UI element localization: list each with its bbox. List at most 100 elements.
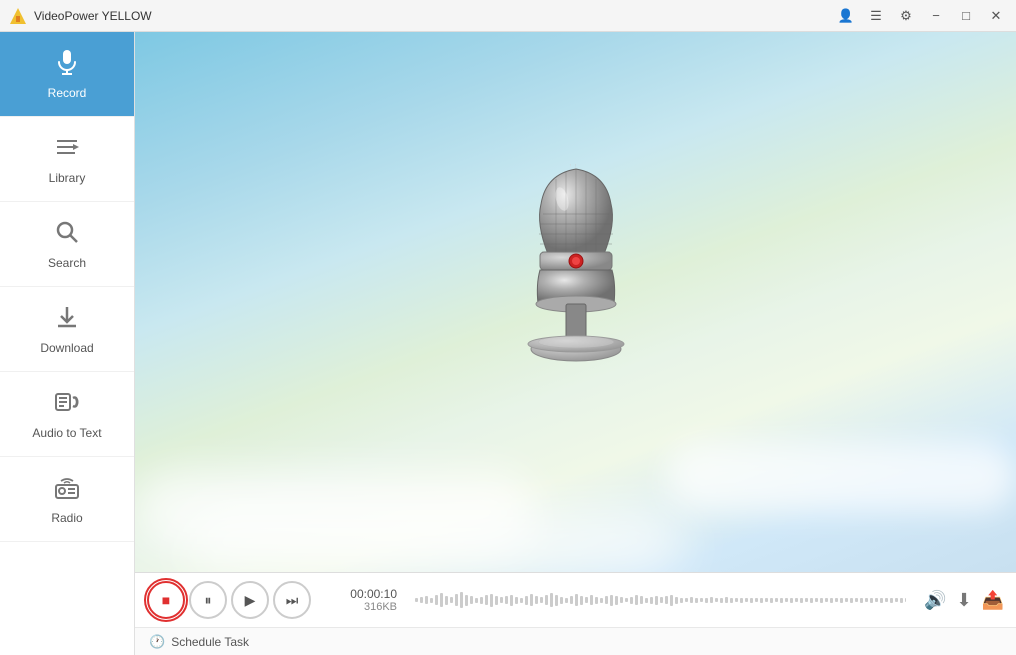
- stop-record-button[interactable]: ■: [147, 581, 185, 619]
- wave-bar: [800, 598, 803, 603]
- wave-bar: [675, 597, 678, 604]
- wave-bar: [805, 598, 808, 602]
- menu-btn[interactable]: ☰: [864, 4, 888, 28]
- schedule-icon: 🕐: [149, 634, 165, 650]
- download-icon: [53, 303, 81, 335]
- wave-bar: [485, 595, 488, 605]
- wave-bar: [530, 594, 533, 606]
- wave-bar: [510, 595, 513, 606]
- wave-bar: [650, 597, 653, 604]
- waveform: [415, 585, 906, 615]
- wave-bar: [415, 598, 418, 602]
- wave-bar: [585, 597, 588, 603]
- wave-bar: [490, 594, 493, 607]
- next-icon: ⏭: [286, 592, 299, 609]
- download-button[interactable]: ⬇: [956, 590, 971, 611]
- wave-bar: [880, 598, 883, 603]
- wave-bar: [640, 596, 643, 604]
- cloud-3: [185, 512, 685, 572]
- wave-bar: [680, 598, 683, 603]
- sidebar-item-audio-to-text[interactable]: Audio to Text: [0, 372, 134, 457]
- player-right-controls: 🔊 ⬇ 📤: [924, 590, 1004, 611]
- time-info: 00:00:10 316KB: [327, 587, 397, 613]
- wave-bar: [840, 598, 843, 603]
- sidebar-download-label: Download: [40, 341, 93, 355]
- wave-bar: [895, 598, 898, 602]
- wave-bar: [730, 598, 733, 603]
- title-bar: VideoPower YELLOW 👤 ☰ ⚙ − □ ✕: [0, 0, 1016, 32]
- next-button[interactable]: ⏭: [273, 581, 311, 619]
- wave-bar: [520, 598, 523, 603]
- wave-bar: [655, 596, 658, 605]
- wave-bar: [450, 597, 453, 603]
- wave-bar: [515, 597, 518, 604]
- wave-bar: [815, 598, 818, 602]
- sidebar-audio-text-label: Audio to Text: [32, 426, 101, 440]
- wave-bar: [430, 598, 433, 603]
- wave-bar: [630, 597, 633, 604]
- sidebar-record-label: Record: [48, 86, 87, 100]
- wave-bar: [475, 598, 478, 603]
- sidebar-item-radio[interactable]: Radio: [0, 457, 134, 542]
- volume-icon[interactable]: 🔊: [924, 590, 946, 611]
- wave-bar: [775, 598, 778, 602]
- sidebar-radio-label: Radio: [51, 511, 82, 525]
- account-btn[interactable]: 👤: [834, 4, 858, 28]
- wave-bar: [820, 598, 823, 603]
- minimize-btn[interactable]: −: [924, 4, 948, 28]
- wave-bar: [745, 598, 748, 602]
- app-logo: [8, 6, 28, 26]
- wave-bar: [665, 596, 668, 604]
- mic-icon: [53, 48, 81, 80]
- wave-bar: [860, 598, 863, 603]
- schedule-label: Schedule Task: [171, 635, 249, 649]
- wave-bar: [765, 598, 768, 602]
- sky-background: [135, 32, 1016, 572]
- wave-bar: [795, 598, 798, 602]
- wave-bar: [495, 596, 498, 605]
- wave-bar: [570, 596, 573, 604]
- microphone-graphic: [496, 159, 656, 419]
- wave-bar: [455, 594, 458, 606]
- sidebar: Record Library Search: [0, 32, 135, 655]
- wave-bar: [785, 598, 788, 602]
- pause-button[interactable]: ⏸: [189, 581, 227, 619]
- wave-bar: [835, 598, 838, 602]
- wave-bar: [620, 597, 623, 603]
- wave-bar: [690, 597, 693, 603]
- sidebar-item-search[interactable]: Search: [0, 202, 134, 287]
- wave-bar: [670, 595, 673, 606]
- close-btn[interactable]: ✕: [984, 4, 1008, 28]
- wave-bar: [560, 597, 563, 604]
- app-title: VideoPower YELLOW: [34, 9, 834, 23]
- wave-bar: [470, 596, 473, 604]
- sidebar-library-label: Library: [49, 171, 86, 185]
- wave-bar: [750, 598, 753, 603]
- library-icon: [53, 133, 81, 165]
- wave-bar: [465, 595, 468, 606]
- wave-bar: [635, 595, 638, 605]
- wave-bar: [740, 598, 743, 603]
- wave-bar: [500, 597, 503, 603]
- maximize-btn[interactable]: □: [954, 4, 978, 28]
- wave-bar: [735, 598, 738, 602]
- sidebar-item-library[interactable]: Library: [0, 117, 134, 202]
- player-bar: ■ ⏸ ▶ ⏭ 00:00:10 316KB: [135, 572, 1016, 627]
- wave-bar: [870, 598, 873, 603]
- sidebar-item-record[interactable]: Record: [0, 32, 134, 117]
- wave-bar: [615, 596, 618, 605]
- wave-bar: [445, 596, 448, 605]
- pause-icon: ⏸: [205, 592, 212, 609]
- main-layout: Record Library Search: [0, 32, 1016, 655]
- schedule-bar[interactable]: 🕐 Schedule Task: [135, 627, 1016, 655]
- wave-bar: [440, 593, 443, 607]
- play-button[interactable]: ▶: [231, 581, 269, 619]
- sidebar-item-download[interactable]: Download: [0, 287, 134, 372]
- wave-bar: [540, 597, 543, 603]
- wave-bar: [660, 597, 663, 603]
- wave-bar: [705, 598, 708, 603]
- share-button[interactable]: 📤: [982, 590, 1004, 611]
- wave-bar: [825, 598, 828, 602]
- settings-btn[interactable]: ⚙: [894, 4, 918, 28]
- wave-bar: [425, 596, 428, 604]
